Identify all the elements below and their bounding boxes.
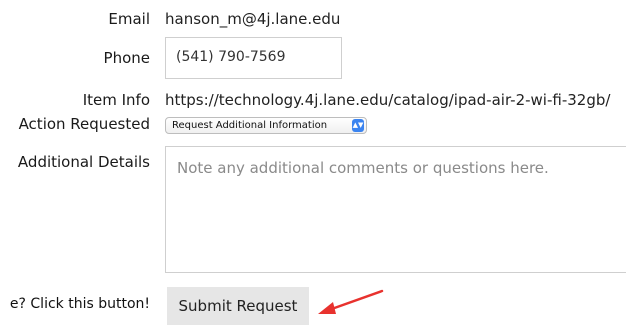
annotation-arrow-icon (318, 289, 384, 314)
